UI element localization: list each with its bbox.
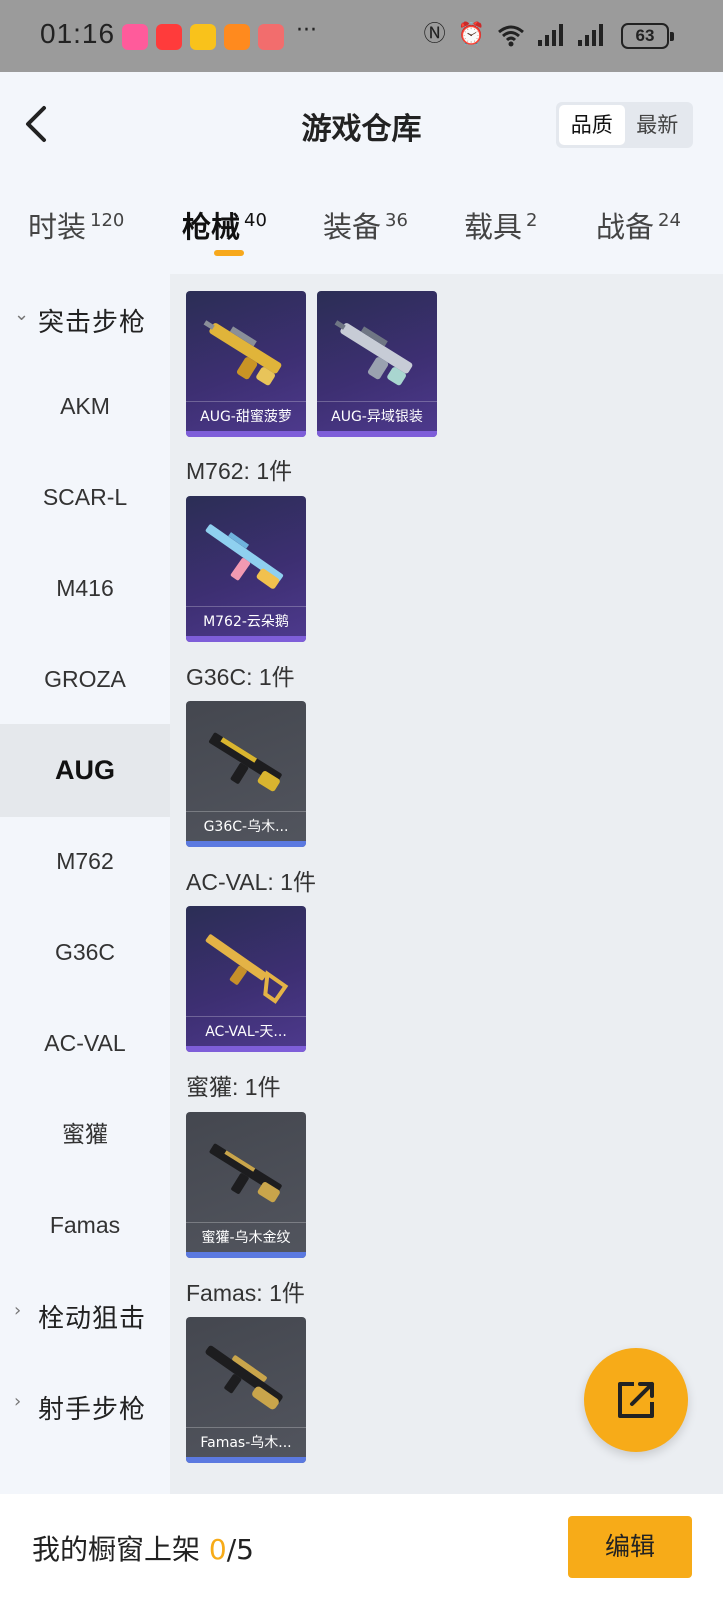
app-notification-icon: [156, 24, 182, 50]
tab-count: 24: [658, 210, 681, 232]
weapon-card[interactable]: Famas-乌木...: [186, 1317, 306, 1463]
app-notification-icon: [258, 24, 284, 50]
app-notification-icon: [224, 24, 250, 50]
category-tabs: 时装 120 枪械 40 装备 36 载具 2 战备 24: [0, 182, 723, 274]
rarity-strip: [186, 1457, 306, 1463]
battery-icon: 63: [621, 23, 674, 49]
tab-supplies[interactable]: 战备 24: [596, 204, 681, 246]
signal-icon: [578, 24, 603, 46]
share-button[interactable]: [584, 1348, 688, 1452]
weapon-card[interactable]: AUG-甜蜜菠萝: [186, 291, 306, 437]
header: 游戏仓库 品质 最新: [0, 72, 723, 182]
sort-toggle: 品质 最新: [556, 102, 693, 148]
tab-label: 载具: [464, 210, 523, 244]
weapon-name: Famas-乌木...: [186, 1427, 306, 1457]
rifle-icon: [334, 320, 413, 386]
tab-fashion[interactable]: 时装 120: [28, 204, 124, 246]
weapon-name: 蜜獾-乌木金纹: [186, 1222, 306, 1252]
app-notification-icon: [122, 24, 148, 50]
showcase-bar: 我的橱窗上架 0/5 编辑: [0, 1494, 723, 1600]
sidebar-item-m762[interactable]: M762: [0, 815, 170, 908]
rifle-icon: [205, 1345, 283, 1410]
rarity-strip: [186, 1252, 306, 1258]
alarm-icon: ⏰: [457, 22, 485, 47]
weapon-card[interactable]: 蜜獾-乌木金纹: [186, 1112, 306, 1258]
app-notification-icon: [190, 24, 216, 50]
wifi-icon: [498, 25, 524, 47]
sidebar-item-famas[interactable]: Famas: [0, 1179, 170, 1272]
weapon-card[interactable]: M762-云朵鹅: [186, 496, 306, 642]
rarity-strip: [317, 431, 437, 437]
rarity-strip: [186, 841, 306, 847]
sidebar-group-label: 射手步枪: [38, 1395, 147, 1425]
system-icons: Ⓝ ⏰: [424, 22, 605, 48]
sidebar-item-g36c[interactable]: G36C: [0, 906, 170, 999]
rarity-strip: [186, 431, 306, 437]
showcase-label: 我的橱窗上架: [32, 1533, 201, 1566]
rifle-icon: [205, 524, 284, 589]
section-label-honey-badger: 蜜獾: 1件: [186, 1074, 281, 1100]
tab-equipment[interactable]: 装备 36: [323, 204, 408, 246]
tab-label: 装备: [323, 210, 382, 244]
active-tab-indicator: [214, 250, 244, 256]
sidebar-group-label: 突击步枪: [38, 308, 147, 338]
sidebar-item-ac-val[interactable]: AC-VAL: [0, 997, 170, 1090]
signal-icon: [538, 24, 563, 46]
section-label-m762: M762: 1件: [186, 458, 293, 484]
section-label-g36c: G36C: 1件: [186, 664, 295, 690]
tab-label: 枪械: [182, 210, 241, 244]
rarity-strip: [186, 636, 306, 642]
weapon-list: AUG-甜蜜菠萝 AUG-异域银装 M762: 1件 M762-云朵鹅 G36C…: [170, 274, 723, 1494]
weapon-category-sidebar: ⌄ 突击步枪 AKM SCAR-L M416 GROZA AUG M762 G3…: [0, 274, 170, 1494]
sidebar-item-scar-l[interactable]: SCAR-L: [0, 451, 170, 544]
sidebar-group-bolt-snipers[interactable]: › 栓动狙击: [0, 1270, 170, 1363]
tab-count: 120: [90, 210, 125, 232]
section-label-ac-val: AC-VAL: 1件: [186, 869, 316, 895]
notification-icons: [122, 24, 284, 50]
chevron-right-icon: ›: [14, 1300, 22, 1321]
status-bar: 01:16 ··· Ⓝ ⏰ 63: [0, 0, 723, 72]
rifle-icon: [205, 934, 289, 1004]
weapon-name: AUG-异域银装: [317, 401, 437, 431]
weapon-name: AUG-甜蜜菠萝: [186, 401, 306, 431]
rifle-icon: [209, 732, 282, 792]
weapon-card[interactable]: G36C-乌木...: [186, 701, 306, 847]
sidebar-group-marksman-rifles[interactable]: › 射手步枪: [0, 1361, 170, 1454]
showcase-count: 我的橱窗上架 0/5: [32, 1528, 254, 1568]
rifle-icon: [203, 320, 282, 386]
weapon-card[interactable]: AUG-异域银装: [317, 291, 437, 437]
showcase-total: /5: [226, 1533, 254, 1566]
tab-label: 时装: [28, 210, 87, 244]
sidebar-item-groza[interactable]: GROZA: [0, 633, 170, 726]
tab-count: 2: [526, 210, 538, 232]
sidebar-item-honey-badger[interactable]: 蜜獾: [0, 1088, 170, 1181]
sidebar-item-m416[interactable]: M416: [0, 542, 170, 635]
showcase-current: 0: [208, 1533, 227, 1566]
more-notifications-icon: ···: [296, 18, 317, 43]
chevron-right-icon: ›: [14, 1391, 22, 1412]
rarity-strip: [186, 1046, 306, 1052]
chevron-down-icon: ⌄: [14, 304, 30, 325]
nfc-icon: Ⓝ: [423, 22, 446, 47]
weapon-name: G36C-乌木...: [186, 811, 306, 841]
tab-count: 36: [385, 210, 408, 232]
tab-count: 40: [244, 210, 267, 232]
sidebar-group-assault-rifles[interactable]: ⌄ 突击步枪: [0, 274, 170, 367]
tab-weapons[interactable]: 枪械 40: [182, 204, 267, 246]
weapon-name: AC-VAL-天...: [186, 1016, 306, 1046]
tab-vehicles[interactable]: 载具 2: [464, 204, 537, 246]
sidebar-item-akm[interactable]: AKM: [0, 360, 170, 453]
rifle-icon: [209, 1143, 282, 1203]
external-link-icon: [618, 1382, 654, 1418]
tab-label: 战备: [596, 210, 655, 244]
sidebar-group-label: 栓动狙击: [38, 1304, 147, 1334]
edit-button[interactable]: 编辑: [568, 1516, 692, 1578]
sidebar-item-aug[interactable]: AUG: [0, 724, 170, 817]
weapon-card[interactable]: AC-VAL-天...: [186, 906, 306, 1052]
sort-by-quality[interactable]: 品质: [559, 105, 625, 145]
section-label-famas: Famas: 1件: [186, 1280, 305, 1306]
status-time: 01:16: [40, 18, 116, 49]
weapon-name: M762-云朵鹅: [186, 606, 306, 636]
sort-by-newest[interactable]: 最新: [625, 105, 691, 145]
